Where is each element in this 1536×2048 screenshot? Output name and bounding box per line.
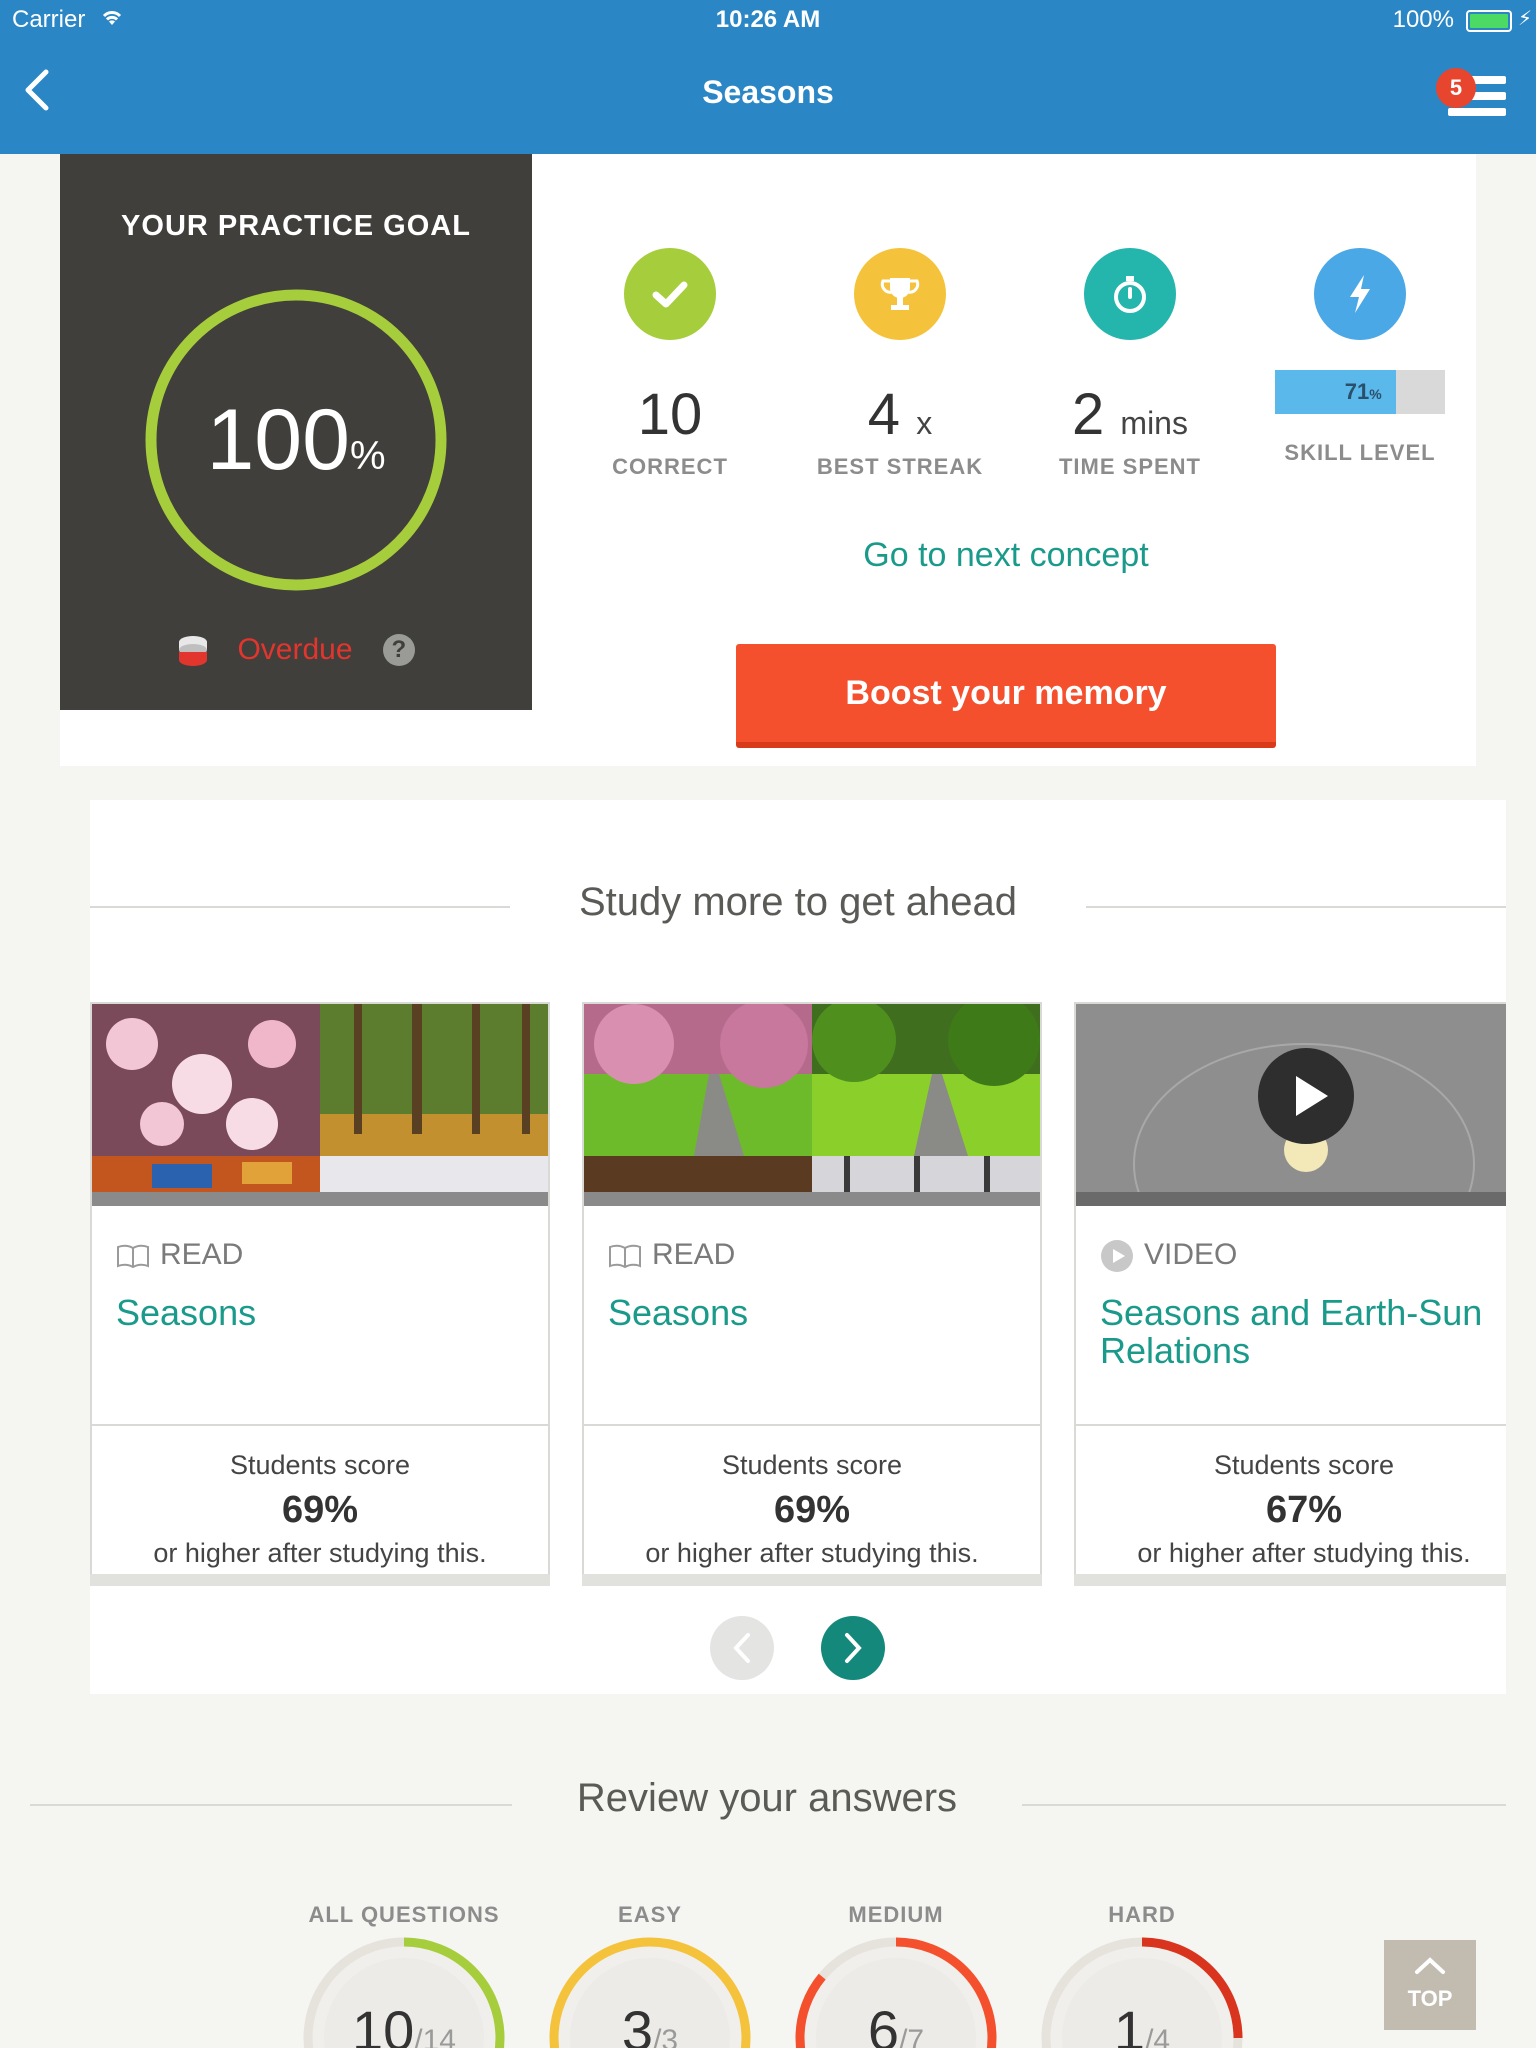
study-card-3[interactable]: VIDEO Seasons and Earth-Sun Relations St…: [1074, 1002, 1506, 1586]
card-title[interactable]: Seasons: [608, 1294, 1028, 1332]
chevron-up-icon: [1384, 1952, 1476, 1982]
skill-level-value: 71%: [1344, 379, 1382, 404]
goal-status: Overdue ?: [60, 632, 532, 667]
status-bar: Carrier 10:26 AM 100% ⚡: [0, 0, 1536, 42]
clock: 10:26 AM: [715, 6, 821, 33]
chevron-left-icon: [733, 1633, 750, 1663]
trophy-icon: [854, 248, 946, 340]
practice-goal-box: YOUR PRACTICE GOAL 100% Overdue ?: [60, 154, 532, 710]
seasons-collage-thumbnail: [92, 1004, 548, 1206]
play-icon[interactable]: [1258, 1048, 1354, 1144]
practice-goal-percent: 100%: [144, 390, 448, 506]
stat-best-streak: 4 x BEST STREAK: [790, 248, 1010, 480]
study-card-2[interactable]: READ Seasons Students score 69% or highe…: [582, 1002, 1042, 1586]
review-group-label: MEDIUM: [848, 1902, 944, 1927]
card-score: Students score 69% or higher after study…: [92, 1424, 548, 1584]
notification-badge: 5: [1436, 68, 1476, 108]
study-card-1[interactable]: READ Seasons Students score 69% or highe…: [90, 1002, 550, 1586]
card-kind: READ: [608, 1238, 735, 1272]
study-more-title: Study more to get ahead: [578, 880, 1018, 924]
goal-percent-unit: %: [349, 434, 386, 478]
next-concept-link[interactable]: Go to next concept: [706, 536, 1306, 575]
seasons-trees-thumbnail: [584, 1004, 1040, 1206]
video-icon: [1101, 1240, 1133, 1273]
review-score: 3/3: [621, 1999, 679, 2048]
checkmark-icon: [624, 248, 716, 340]
scroll-to-top-button[interactable]: TOP: [1384, 1940, 1476, 2030]
streak-value: 4 x: [867, 382, 933, 447]
streak-caption: BEST STREAK: [816, 454, 984, 479]
page-title: Seasons: [702, 74, 834, 110]
review-title: Review your answers: [576, 1776, 958, 1820]
divider: [1086, 906, 1506, 908]
book-icon: [609, 1244, 641, 1269]
battery-percent: 100%: [1392, 6, 1454, 33]
chevron-right-icon: [845, 1633, 862, 1663]
review-score: 10/14: [351, 1999, 456, 2048]
practice-goal-title: YOUR PRACTICE GOAL: [121, 210, 471, 242]
time-value: 2 mins: [1072, 382, 1188, 447]
divider: [90, 906, 510, 908]
coin-stack-icon: [179, 636, 208, 667]
divider: [1022, 1804, 1506, 1806]
battery-icon: [1466, 10, 1512, 32]
card-score-percent: 69%: [281, 1489, 359, 1531]
lightning-icon: [1314, 248, 1406, 340]
card-kind: READ: [116, 1238, 243, 1272]
divider: [30, 1804, 512, 1806]
time-caption: TIME SPENT: [1058, 454, 1201, 479]
help-icon[interactable]: ?: [382, 634, 415, 667]
card-score: Students score 67% or higher after study…: [1076, 1424, 1506, 1584]
card-title[interactable]: Seasons and Earth-Sun Relations: [1100, 1294, 1506, 1370]
stat-time-spent: 2 mins TIME SPENT: [1020, 248, 1240, 480]
card-title[interactable]: Seasons: [116, 1294, 536, 1332]
charging-icon: ⚡: [1517, 8, 1532, 30]
review-group-label: ALL QUESTIONS: [308, 1902, 500, 1927]
review-score: 1/4: [1113, 1999, 1171, 2048]
review-group-label: HARD: [1108, 1902, 1176, 1927]
review-score: 6/7: [867, 1999, 925, 2048]
stopwatch-icon: [1084, 248, 1176, 340]
goal-percent-value: 100: [206, 392, 350, 488]
overdue-label: Overdue: [237, 633, 353, 667]
boost-memory-button[interactable]: Boost your memory: [736, 644, 1276, 748]
next-page-button[interactable]: [821, 1616, 885, 1680]
review-group-label: EASY: [618, 1902, 682, 1927]
skill-caption: SKILL LEVEL: [1284, 440, 1436, 465]
previous-page-button[interactable]: [710, 1616, 774, 1680]
card-score-percent: 67%: [1265, 1489, 1343, 1531]
card-score: Students score 69% or higher after study…: [584, 1424, 1040, 1584]
correct-caption: CORRECT: [612, 454, 728, 479]
card-score-percent: 69%: [773, 1489, 851, 1531]
book-icon: [117, 1244, 149, 1269]
stat-skill-level: 71% SKILL LEVEL: [1250, 248, 1470, 466]
card-kind: VIDEO: [1100, 1238, 1237, 1273]
skill-level-bar: 71%: [1275, 370, 1445, 414]
top-label: TOP: [1407, 1986, 1453, 2011]
stat-correct: 10 CORRECT: [560, 248, 780, 480]
top-bar: Carrier 10:26 AM 100% ⚡ Seasons 5: [0, 0, 1536, 154]
correct-value: 10: [637, 382, 703, 447]
